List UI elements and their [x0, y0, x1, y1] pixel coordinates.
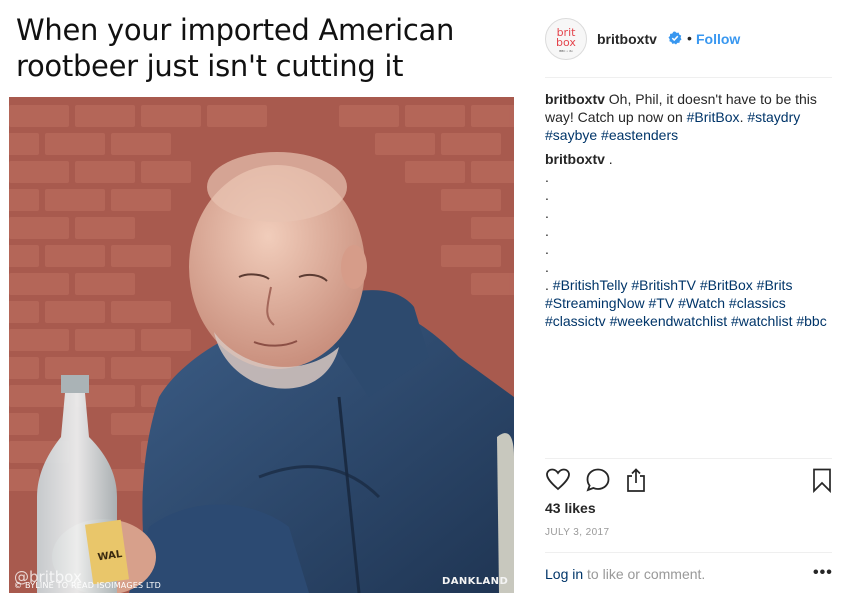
comment-dot-line: . — [545, 259, 549, 275]
hashtag-list: . #BritishTelly #BritishTV #BritBox #Bri… — [545, 276, 835, 330]
caption-comment: britboxtv Oh, Phil, it doesn't have to b… — [545, 90, 835, 144]
login-prompt-text: to like or comment. — [583, 566, 706, 582]
likes-count[interactable]: 43 likes — [545, 500, 596, 516]
hashtag-comment: britboxtv . . . . . . . . #BritishTelly … — [545, 150, 835, 330]
meme-panel: When your imported American rootbeer jus… — [0, 0, 526, 601]
hashtag-link[interactable]: #watchlist — [731, 313, 792, 329]
hashtag-eastenders[interactable]: #eastenders — [601, 127, 678, 143]
avatar-text-small: BBC • itv — [559, 49, 573, 53]
comment-first-dot: . — [608, 151, 613, 167]
post-sidebar: brit box BBC • itv britboxtv • Follow br… — [527, 0, 857, 601]
meme-caption: When your imported American rootbeer jus… — [16, 12, 516, 84]
comment-dot-line: . — [545, 241, 549, 257]
photo-illustration: WAL — [9, 97, 514, 593]
login-link[interactable]: Log in — [545, 566, 583, 582]
caption-period: . — [739, 109, 744, 125]
username-link[interactable]: britboxtv — [597, 31, 657, 47]
hashtag-link[interactable]: #classictv — [545, 313, 606, 329]
hashtag-link[interactable]: #Brits — [757, 277, 793, 293]
share-icon[interactable] — [623, 467, 649, 493]
meme-caption-line-2: rootbeer just isn't cutting it — [16, 49, 404, 83]
follow-button[interactable]: Follow — [696, 31, 740, 47]
post-date[interactable]: JULY 3, 2017 — [545, 527, 609, 538]
footer-divider — [545, 552, 832, 553]
heart-icon[interactable] — [545, 467, 571, 493]
actions-divider — [545, 458, 832, 459]
hashtag-link[interactable]: #BritishTV — [631, 277, 696, 293]
hashtag-link[interactable]: #BritBox — [700, 277, 753, 293]
caption-username[interactable]: britboxtv — [545, 91, 605, 107]
watermark-dankland: DANKLAND — [442, 576, 509, 587]
comment-dot-line: . — [545, 187, 549, 203]
header-divider — [545, 77, 832, 78]
comments-section: britboxtv Oh, Phil, it doesn't have to b… — [545, 90, 835, 330]
login-prompt: Log in to like or comment. — [545, 566, 705, 582]
hashtag-link[interactable]: #bbc — [796, 313, 826, 329]
hashtag-link[interactable]: #TV — [649, 295, 675, 311]
hashtag-staydry[interactable]: #staydry — [747, 109, 800, 125]
hashtag-link[interactable]: #weekendwatchlist — [610, 313, 728, 329]
comment-dot-line: . — [545, 205, 549, 221]
bookmark-icon[interactable] — [809, 467, 835, 493]
comment-dot-line: . — [545, 223, 549, 239]
comment-username[interactable]: britboxtv — [545, 151, 605, 167]
hashtag-link[interactable]: #Watch — [678, 295, 725, 311]
comment-lead-dot: . — [545, 277, 549, 293]
action-bar — [545, 467, 835, 495]
post-photo[interactable]: WAL — [9, 97, 514, 593]
hashtag-link[interactable]: #classics — [729, 295, 786, 311]
avatar-text-bottom: box — [556, 36, 576, 49]
hashtag-saybye[interactable]: #saybye — [545, 127, 597, 143]
header-separator: • — [687, 30, 692, 46]
comment-icon[interactable] — [585, 467, 611, 493]
comment-dot-line: . — [545, 169, 549, 185]
verified-badge-icon — [668, 31, 682, 45]
more-options-icon[interactable]: ••• — [813, 564, 833, 582]
hashtag-link[interactable]: #BritishTelly — [553, 277, 628, 293]
hashtag-link[interactable]: #StreamingNow — [545, 295, 645, 311]
post-header: brit box BBC • itv britboxtv • Follow — [527, 0, 857, 77]
meme-caption-line-1: When your imported American — [16, 13, 455, 47]
watermark-byline: © BYLINE TO READ ISOIMAGES LTD — [14, 581, 161, 590]
avatar[interactable]: brit box BBC • itv — [545, 18, 587, 60]
hashtag-britbox[interactable]: #BritBox — [687, 109, 740, 125]
